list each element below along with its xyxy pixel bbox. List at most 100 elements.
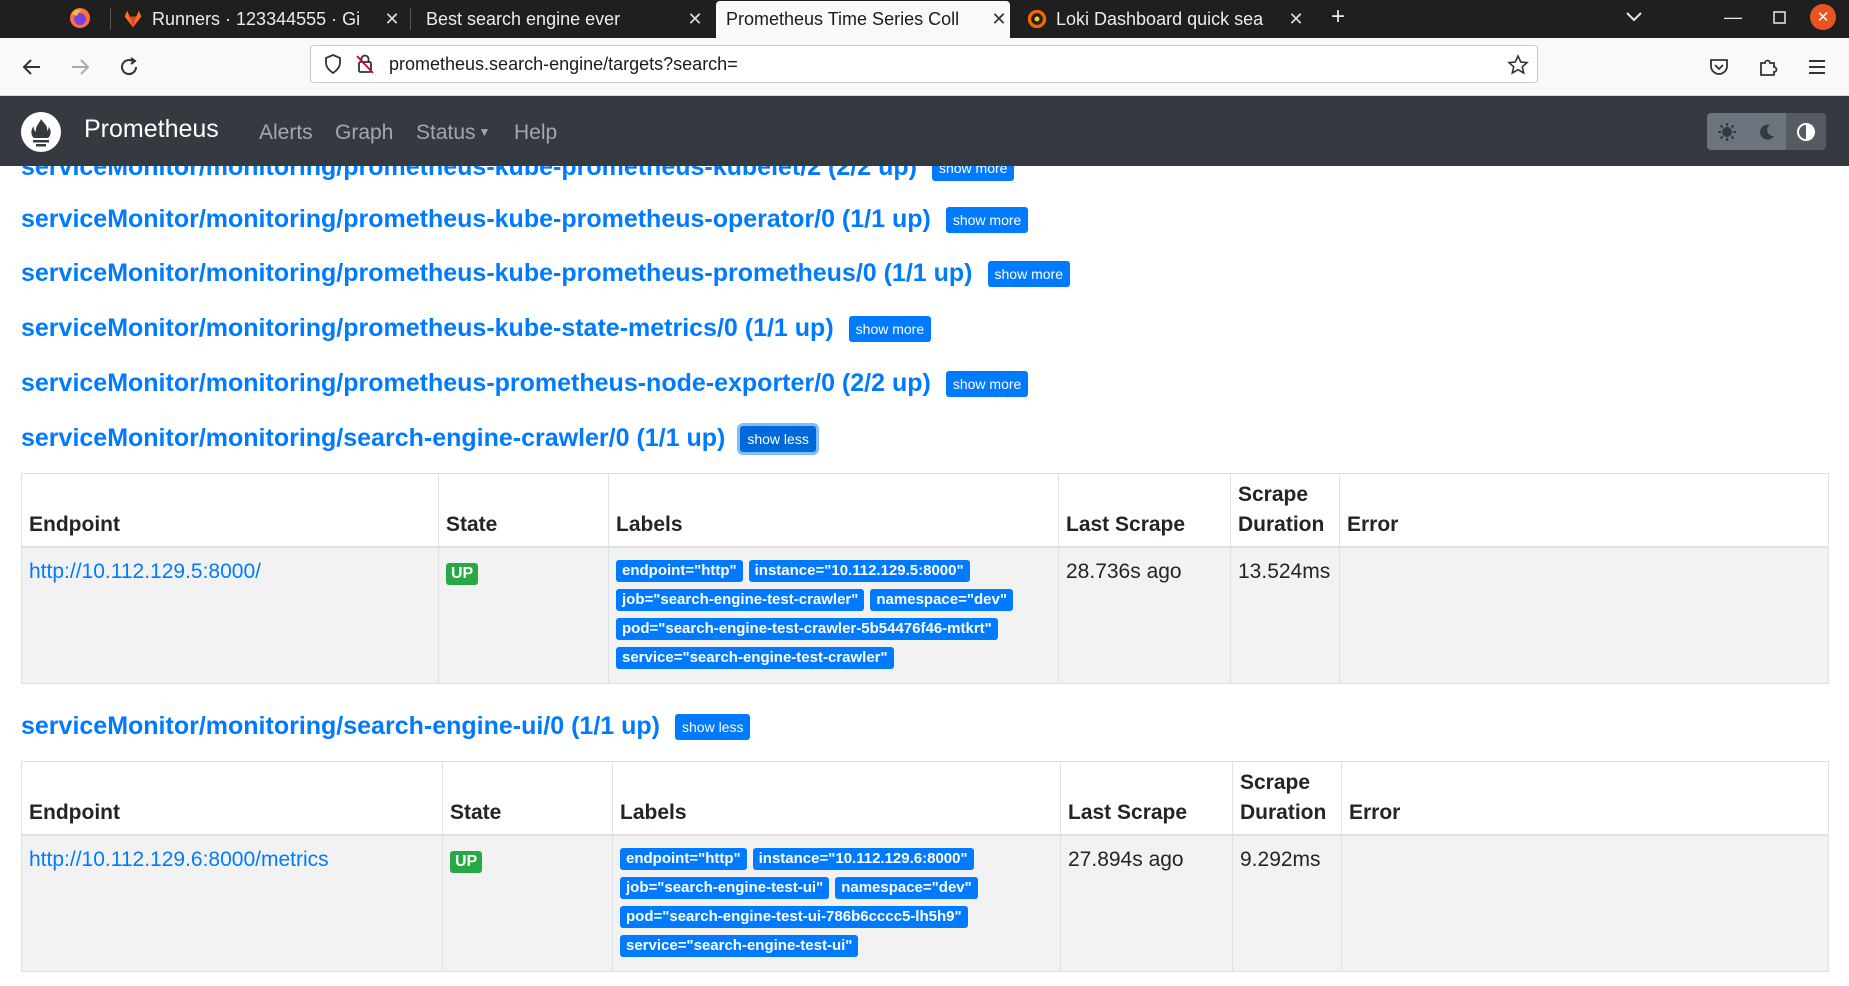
header-error: Error	[1341, 761, 1829, 836]
label-badge: pod="search-engine-test-ui-786b6cccc5-lh…	[620, 906, 968, 928]
target-group-header: serviceMonitor/monitoring/prometheus-kub…	[21, 314, 932, 343]
firefox-icon[interactable]	[68, 6, 92, 30]
pocket-icon[interactable]	[1702, 50, 1736, 84]
target-group-title[interactable]: serviceMonitor/monitoring/prometheus-kub…	[21, 314, 834, 343]
reload-icon[interactable]	[112, 50, 146, 84]
target-group-header: serviceMonitor/monitoring/search-engine-…	[21, 712, 751, 741]
page-scrollbar[interactable]	[1843, 166, 1849, 986]
header-scrape-duration: Scrape Duration	[1232, 761, 1342, 836]
bookmark-star-icon[interactable]	[1507, 54, 1529, 76]
target-group-header: serviceMonitor/monitoring/prometheus-pro…	[21, 369, 1029, 398]
label-badge: endpoint="http"	[620, 848, 747, 870]
tab-loki[interactable]: Loki Dashboard quick sea ✕	[1017, 0, 1307, 38]
tab-runners[interactable]: Runners · 123344555 · Gi ✕	[113, 0, 403, 38]
tab-title: Best search engine ever	[426, 8, 621, 29]
prometheus-logo-icon[interactable]	[20, 111, 62, 153]
tab-title: Prometheus Time Series Coll	[726, 9, 960, 29]
caret-down-icon: ▼	[478, 125, 491, 139]
tab-close-icon[interactable]: ✕	[1285, 9, 1307, 30]
tab-title: Runners · 123344555 · Gi	[152, 8, 361, 29]
last-scrape-cell: 27.894s ago	[1060, 834, 1233, 972]
show-more-button[interactable]: show more	[931, 166, 1015, 181]
url-bar[interactable]: prometheus.search-engine/targets?search=	[310, 45, 1538, 83]
tab-close-icon[interactable]: ✕	[684, 9, 706, 30]
header-endpoint: Endpoint	[21, 473, 439, 548]
header-labels: Labels	[612, 761, 1061, 836]
dark-theme-moon-icon[interactable]	[1747, 113, 1787, 150]
nav-status-label: Status	[416, 121, 476, 144]
url-text: prometheus.search-engine/targets?search=	[389, 53, 738, 74]
minimize-icon[interactable]: —	[1713, 0, 1753, 34]
target-group-title[interactable]: serviceMonitor/monitoring/prometheus-kub…	[21, 259, 973, 288]
label-badge: service="search-engine-test-crawler"	[616, 647, 894, 669]
header-labels: Labels	[608, 473, 1059, 548]
forward-arrow-icon[interactable]	[63, 50, 97, 84]
list-tabs-chevron-icon[interactable]	[1614, 0, 1654, 34]
header-scrape-duration-line2: Duration	[1240, 801, 1327, 824]
show-more-button[interactable]: show more	[945, 370, 1029, 397]
target-group-title[interactable]: serviceMonitor/monitoring/search-engine-…	[21, 712, 660, 741]
target-group-title[interactable]: serviceMonitor/monitoring/prometheus-kub…	[21, 166, 917, 182]
targets-content: serviceMonitor/monitoring/prometheus-kub…	[0, 166, 1849, 986]
shield-icon[interactable]	[323, 53, 343, 75]
show-more-button[interactable]: show more	[848, 315, 932, 342]
endpoint-link[interactable]: http://10.112.129.5:8000/	[29, 560, 261, 583]
header-state: State	[438, 473, 609, 548]
browser-tab-strip: Runners · 123344555 · Gi ✕ Best search e…	[0, 0, 1849, 38]
window-close-icon[interactable]: ✕	[1803, 0, 1843, 34]
light-theme-sun-icon[interactable]	[1707, 113, 1747, 150]
nav-alerts[interactable]: Alerts	[259, 121, 313, 145]
target-group-title[interactable]: serviceMonitor/monitoring/search-engine-…	[21, 424, 725, 453]
state-up-badge: UP	[446, 563, 479, 585]
header-scrape-duration-line1: Scrape	[1240, 771, 1311, 794]
tab-separator	[410, 8, 411, 30]
header-error: Error	[1339, 473, 1829, 548]
prometheus-navbar: Prometheus Alerts Graph Status ▼ Help	[0, 96, 1849, 166]
insecure-lock-icon[interactable]	[355, 53, 375, 75]
table-header-row: Endpoint State Labels Last Scrape Scrape…	[21, 473, 1829, 548]
extensions-puzzle-icon[interactable]	[1751, 50, 1785, 84]
table-header-row: Endpoint State Labels Last Scrape Scrape…	[21, 761, 1829, 836]
label-badge: instance="10.112.129.5:8000"	[748, 560, 970, 582]
show-less-button[interactable]: show less	[740, 425, 816, 452]
header-scrape-duration: Scrape Duration	[1230, 473, 1340, 548]
label-badge: instance="10.112.129.6:8000"	[752, 848, 974, 870]
nav-graph[interactable]: Graph	[335, 121, 393, 145]
endpoint-cell: http://10.112.129.5:8000/	[21, 546, 439, 684]
back-arrow-icon[interactable]	[15, 50, 49, 84]
tab-title: Loki Dashboard quick sea	[1056, 8, 1264, 29]
nav-status[interactable]: Status ▼	[416, 121, 490, 145]
labels-cell: endpoint="http" instance="10.112.129.5:8…	[608, 546, 1059, 684]
show-less-button[interactable]: show less	[675, 713, 751, 740]
hamburger-menu-icon[interactable]	[1800, 50, 1834, 84]
labels-list: endpoint="http" instance="10.112.129.6:8…	[620, 848, 1040, 964]
theme-toggle-group	[1707, 113, 1826, 150]
target-group-header: serviceMonitor/monitoring/prometheus-kub…	[21, 259, 1070, 288]
target-group-title[interactable]: serviceMonitor/monitoring/prometheus-pro…	[21, 369, 931, 398]
nav-help[interactable]: Help	[514, 121, 557, 145]
show-more-button[interactable]: show more	[987, 260, 1070, 287]
tab-close-icon[interactable]: ✕	[988, 9, 1010, 30]
show-more-button[interactable]: show more	[945, 206, 1029, 233]
new-tab-plus-icon[interactable]: +	[1318, 0, 1358, 34]
table-row: http://10.112.129.5:8000/ UP endpoint="h…	[21, 546, 1829, 684]
endpoint-link[interactable]: http://10.112.129.6:8000/metrics	[29, 848, 329, 871]
label-badge: job="search-engine-test-ui"	[620, 877, 830, 899]
targets-table: Endpoint State Labels Last Scrape Scrape…	[21, 473, 1829, 684]
prometheus-brand[interactable]: Prometheus	[84, 115, 219, 144]
label-badge: pod="search-engine-test-crawler-5b54476f…	[616, 618, 998, 640]
tab-search-engine[interactable]: Best search engine ever ✕	[416, 0, 706, 38]
header-last-scrape: Last Scrape	[1058, 473, 1231, 548]
browser-navigation-bar: prometheus.search-engine/targets?search=	[0, 38, 1849, 96]
tab-prometheus[interactable]: Prometheus Time Series Coll ✕	[716, 1, 1010, 38]
error-cell	[1339, 546, 1829, 684]
header-last-scrape: Last Scrape	[1060, 761, 1233, 836]
target-group-title[interactable]: serviceMonitor/monitoring/prometheus-kub…	[21, 205, 931, 234]
tab-close-icon[interactable]: ✕	[381, 9, 403, 30]
endpoint-cell: http://10.112.129.6:8000/metrics	[21, 834, 443, 972]
state-cell: UP	[438, 546, 609, 684]
auto-theme-contrast-icon[interactable]	[1786, 113, 1826, 150]
maximize-icon[interactable]	[1759, 0, 1799, 34]
label-badge: service="search-engine-test-ui"	[620, 935, 859, 957]
state-cell: UP	[442, 834, 613, 972]
